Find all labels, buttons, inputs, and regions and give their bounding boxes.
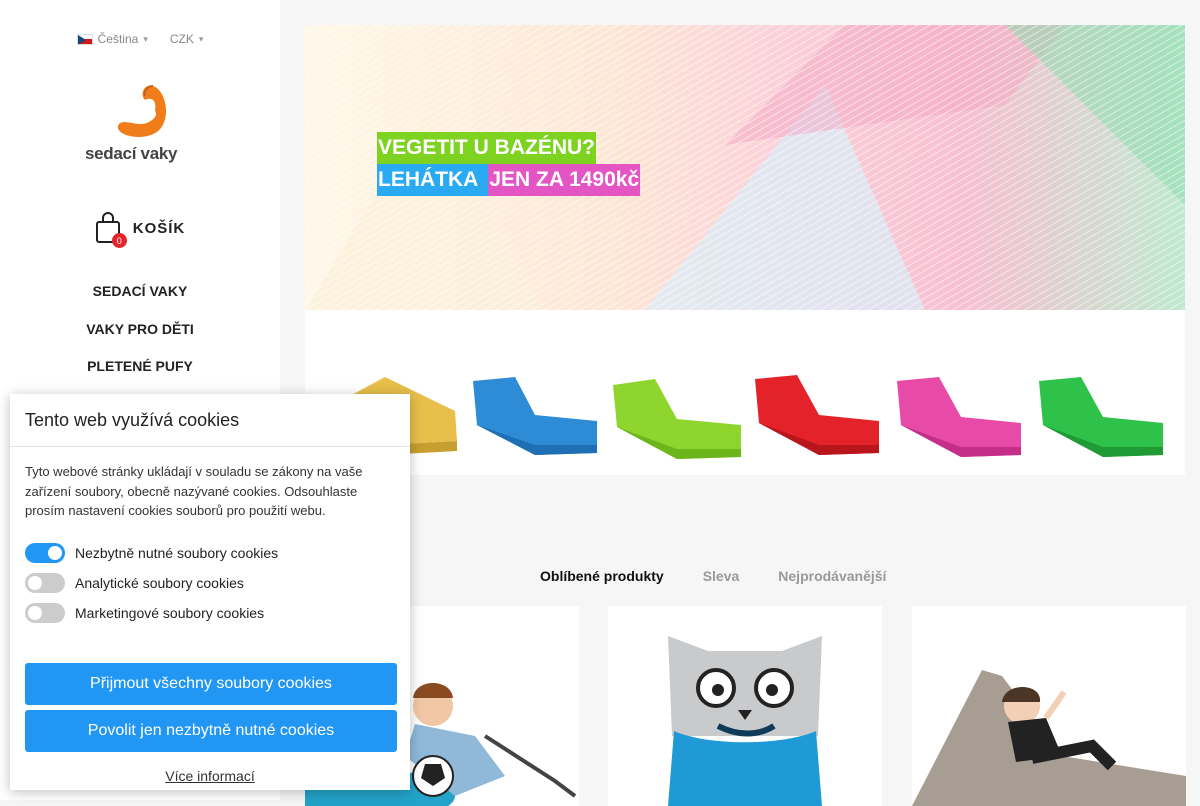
currency-selector[interactable]: CZK ▾	[170, 32, 204, 46]
hero-banner[interactable]: VEGETIT U BAZÉNU? LEHÁTKA JEN ZA 1490kč	[305, 25, 1185, 475]
czech-flag-icon	[76, 33, 93, 45]
main-nav: SEDACÍ VAKY VAKY PRO DĚTI PLETENÉ PUFY	[0, 282, 280, 395]
accept-all-cookies-button[interactable]: Přijmout všechny soubory cookies	[25, 662, 397, 705]
chevron-down-icon: ▾	[143, 33, 148, 44]
nav-item-pletene-pufy[interactable]: PLETENÉ PUFY	[0, 357, 280, 395]
product-card[interactable]	[608, 606, 882, 806]
banner-headline: VEGETIT U BAZÉNU? LEHÁTKA JEN ZA 1490kč	[377, 132, 641, 196]
product-tabs: Oblíbené produkty Sleva Nejprodávanější	[540, 568, 886, 584]
product-image-owl-bag	[608, 606, 882, 806]
product-card[interactable]	[912, 606, 1186, 806]
currency-label: CZK	[169, 32, 194, 46]
locale-bar: Čeština ▾ CZK ▾	[0, 32, 280, 46]
marketing-cookies-toggle[interactable]	[25, 602, 65, 623]
loungers-image	[333, 375, 1163, 459]
cart-label: KOŠÍK	[132, 219, 186, 237]
language-label: Čeština	[97, 32, 139, 46]
necessary-cookies-toggle[interactable]	[25, 542, 65, 563]
cookie-option-marketing: Marketingové soubory cookies	[10, 598, 410, 628]
tab-nejprodavanejsi[interactable]: Nejprodávanější	[778, 568, 886, 584]
banner-line2a: LEHÁTKA	[377, 164, 489, 196]
cart-count-badge: 0	[111, 233, 127, 248]
cookie-consent-dialog: Tento web využívá cookies Tyto webové st…	[10, 394, 410, 790]
nav-item-vaky-pro-deti[interactable]: VAKY PRO DĚTI	[0, 320, 280, 358]
site-logo[interactable]: sedací vaky	[85, 84, 195, 164]
cookie-option-analytics: Analytické soubory cookies	[10, 568, 410, 598]
language-selector[interactable]: Čeština ▾	[76, 32, 148, 46]
tab-sleva[interactable]: Sleva	[703, 568, 740, 584]
product-image-girl-beanbag	[912, 606, 1186, 806]
chevron-down-icon: ▾	[198, 33, 204, 44]
cookie-option-label: Analytické soubory cookies	[75, 574, 244, 591]
nav-item-sedaci-vaky[interactable]: SEDACÍ VAKY	[0, 282, 280, 320]
accept-necessary-cookies-button[interactable]: Povolit jen nezbytně nutné cookies	[25, 709, 397, 752]
shopping-bag-icon: 0	[95, 212, 127, 248]
logo-text: sedací vaky	[85, 144, 178, 163]
banner-line1: VEGETIT U BAZÉNU?	[377, 132, 597, 164]
cookie-dialog-title: Tento web využívá cookies	[10, 394, 410, 447]
banner-line2b: JEN ZA 1490kč	[488, 164, 641, 196]
tab-oblibene-produkty[interactable]: Oblíbené produkty	[540, 568, 664, 584]
cart-link[interactable]: 0 KOŠÍK	[0, 212, 280, 248]
cookie-option-label: Marketingové soubory cookies	[75, 604, 265, 621]
cookie-option-necessary: Nezbytně nutné soubory cookies	[10, 538, 410, 568]
more-info-link[interactable]: Více informací	[10, 768, 410, 784]
analytics-cookies-toggle[interactable]	[25, 572, 65, 593]
cookie-dialog-text: Tyto webové stránky ukládají v souladu s…	[25, 464, 363, 518]
cookie-option-label: Nezbytně nutné soubory cookies	[75, 544, 279, 561]
bean-bag-logo-icon	[117, 85, 167, 137]
